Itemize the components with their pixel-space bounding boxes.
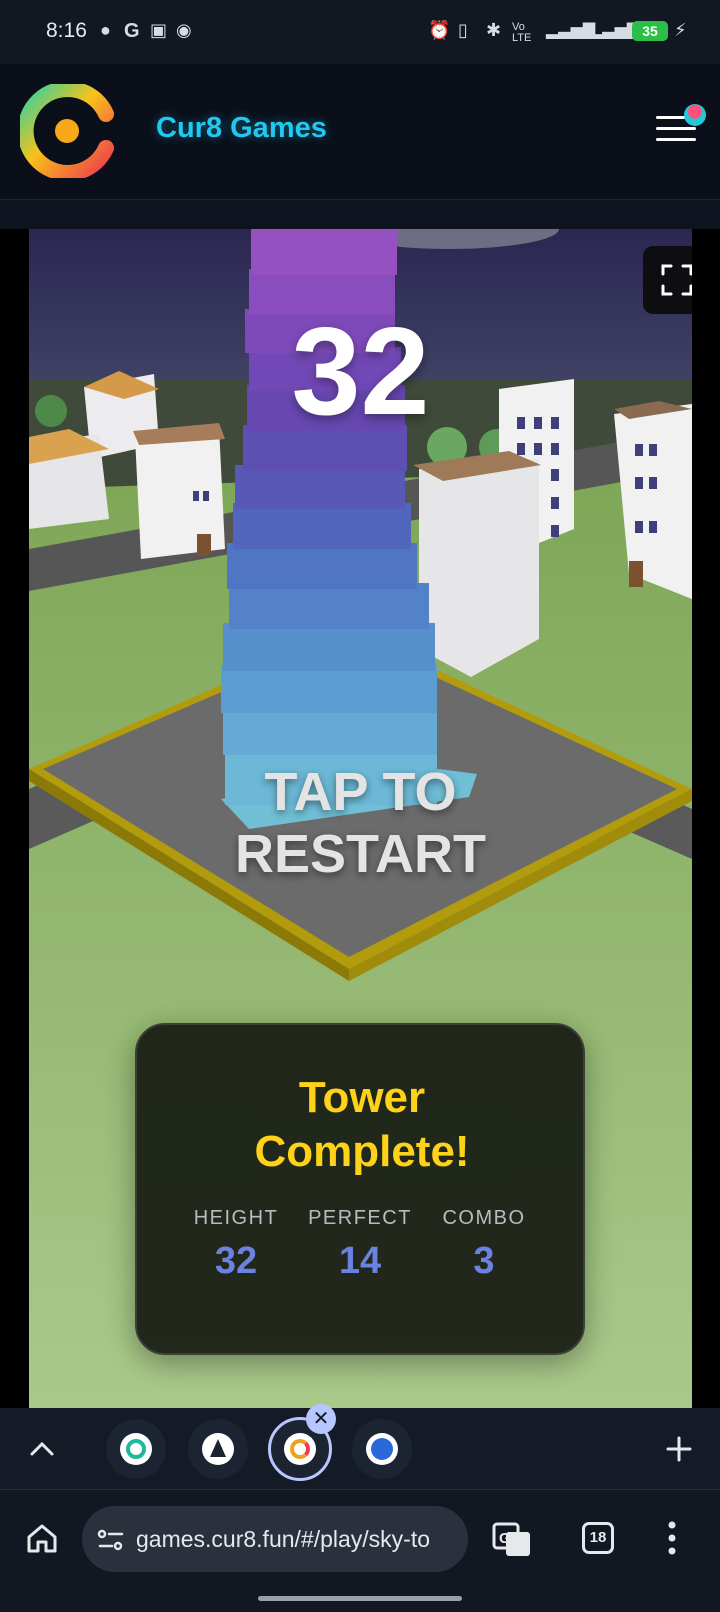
results-title: Tower Complete! xyxy=(254,1073,470,1176)
chat-icon: ● xyxy=(100,20,111,40)
globe-icon xyxy=(366,1433,398,1465)
url-text: games.cur8.fun/#/play/sky-to xyxy=(136,1526,431,1552)
tab-chatgpt[interactable] xyxy=(106,1419,166,1479)
stat-label: PERFECT xyxy=(308,1207,412,1229)
score-display: 32 xyxy=(291,303,430,441)
game-area[interactable]: 32 TAP TO RESTART Tower Complete! HEIGHT… xyxy=(0,229,720,1408)
stat-label: COMBO xyxy=(442,1207,526,1229)
signal-4g-icon: ▂▃▅▇ xyxy=(546,22,596,39)
cur8-tab-icon xyxy=(284,1433,316,1465)
tap-line-1: TAP TO xyxy=(264,762,457,822)
status-bar: 8:16 ● G ▣ ◉ ⏰ ▯ ✱ Vo LTE ▂▃▅▇ ▂▃▅▇ 35 ⚡ xyxy=(0,0,720,64)
notification-dot xyxy=(684,104,706,126)
tab-strip: ✕ xyxy=(0,1404,720,1490)
more-options-icon[interactable] xyxy=(664,1520,680,1556)
vibrate-icon: ▯ xyxy=(458,20,468,40)
tap-to-restart[interactable]: TAP TO RESTART xyxy=(29,761,692,885)
g-icon: G xyxy=(124,20,140,42)
alarm-icon: ⏰ xyxy=(428,20,451,40)
clock: 8:16 xyxy=(46,19,87,42)
battery-indicator: 35 xyxy=(632,21,668,41)
tap-line-2: RESTART xyxy=(235,824,486,884)
chevron-up-icon[interactable] xyxy=(28,1436,56,1460)
browser-toolbar: games.cur8.fun/#/play/sky-to G 18 xyxy=(0,1490,720,1612)
translate-icon[interactable]: G xyxy=(492,1520,532,1558)
stat-combo: COMBO 3 xyxy=(419,1207,549,1283)
chatgpt-icon xyxy=(120,1433,152,1465)
new-tab-icon[interactable] xyxy=(664,1434,694,1464)
header-subbar xyxy=(0,200,720,230)
message-icon: ▣ xyxy=(150,20,168,40)
results-panel: Tower Complete! HEIGHT 32 PERFECT 14 COM… xyxy=(135,1023,585,1355)
stat-value: 32 xyxy=(214,1240,258,1282)
tab-labs[interactable] xyxy=(188,1419,248,1479)
stat-height: HEIGHT 32 xyxy=(171,1207,301,1283)
bluetooth-icon: ✱ xyxy=(486,20,502,40)
volte-icon: Vo LTE xyxy=(512,21,532,44)
tab-globe[interactable] xyxy=(352,1419,412,1479)
url-field[interactable]: games.cur8.fun/#/play/sky-to xyxy=(82,1506,468,1572)
flask-icon xyxy=(202,1433,234,1465)
home-icon[interactable] xyxy=(24,1520,60,1556)
stat-value: 14 xyxy=(338,1240,382,1282)
tab-switcher-button[interactable]: 18 xyxy=(582,1522,614,1554)
stat-perfect: PERFECT 14 xyxy=(295,1207,425,1283)
game-canvas[interactable]: 32 TAP TO RESTART Tower Complete! HEIGHT… xyxy=(29,229,692,1408)
stat-value: 3 xyxy=(473,1240,495,1282)
v-icon: ◉ xyxy=(176,20,192,40)
cur8-logo[interactable] xyxy=(20,84,114,178)
stat-label: HEIGHT xyxy=(193,1207,279,1229)
gesture-bar[interactable] xyxy=(258,1596,462,1601)
close-tab-icon[interactable]: ✕ xyxy=(306,1404,336,1434)
svg-text:G: G xyxy=(499,1530,511,1547)
brand-name[interactable]: Cur8 Games xyxy=(156,112,327,145)
site-header: Cur8 Games xyxy=(0,64,720,200)
charging-icon: ⚡ xyxy=(674,20,687,40)
site-settings-icon[interactable] xyxy=(96,1528,126,1552)
